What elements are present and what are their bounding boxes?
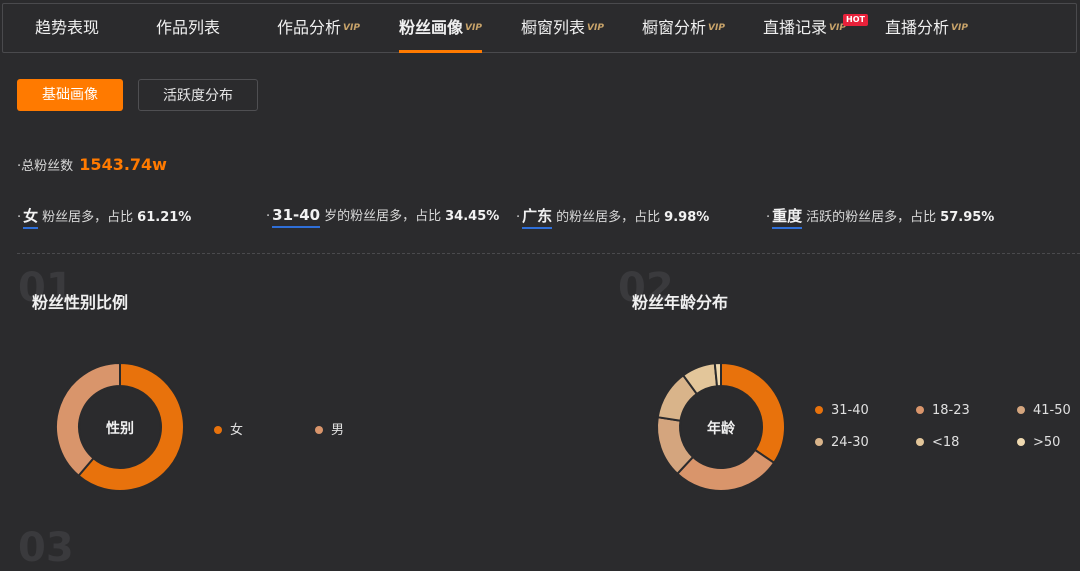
stat-key: 广东 <box>522 207 553 225</box>
stat-text: 岁的粉丝居多，占比 <box>324 209 442 224</box>
section-divider <box>17 253 1080 254</box>
legend-item[interactable]: 41-50 <box>1017 403 1071 418</box>
hot-badge: HOT <box>843 14 868 26</box>
tab-showcase-list[interactable]: 橱窗列表 VIP <box>521 4 604 52</box>
stat-region: · 广东 的粉丝居多，占比 9.98% <box>516 205 709 226</box>
bullet: · <box>766 210 771 225</box>
tab-label: 粉丝画像 <box>399 18 464 37</box>
stat-text: 活跃的粉丝居多，占比 <box>806 210 937 225</box>
legend-item[interactable]: 31-40 <box>815 403 869 418</box>
tab-label: 趋势表现 <box>35 18 100 37</box>
legend-label: 男 <box>331 423 345 438</box>
tab-trend[interactable]: 趋势表现 <box>35 4 99 52</box>
tab-works-list[interactable]: 作品列表 <box>156 4 220 52</box>
total-fans: ·总粉丝数 1543.74w <box>17 155 167 174</box>
stat-age: · 31-40 岁的粉丝居多，占比 34.45% <box>266 205 499 224</box>
stat-key: 31-40 <box>272 206 321 224</box>
legend-dot <box>1017 405 1025 414</box>
legend-dot <box>916 405 924 414</box>
legend-item[interactable]: 24-30 <box>815 435 869 450</box>
section-number: 03 <box>18 525 74 571</box>
age-section-title: 粉丝年龄分布 <box>632 293 729 312</box>
legend-item[interactable]: 女 <box>214 419 243 438</box>
vip-icon: VIP <box>465 23 482 33</box>
total-fans-value: 1543.74w <box>79 155 167 174</box>
active-tab-underline <box>399 50 482 53</box>
tab-label: 作品列表 <box>156 18 221 37</box>
stat-activity: · 重度 活跃的粉丝居多，占比 57.95% <box>766 205 994 226</box>
legend-item[interactable]: 男 <box>315 419 344 438</box>
legend-item[interactable]: 18-23 <box>916 403 970 418</box>
stat-pct: 57.95% <box>940 210 995 225</box>
legend-label: <18 <box>932 435 960 450</box>
stat-text: 粉丝居多，占比 <box>42 210 134 225</box>
bullet: · <box>266 209 271 224</box>
legend-label: >50 <box>1033 435 1061 450</box>
legend-label: 女 <box>230 423 244 438</box>
stat-pct: 9.98% <box>664 210 710 225</box>
legend-dot <box>815 405 823 414</box>
tab-label: 直播分析 <box>885 18 950 37</box>
legend-label: 24-30 <box>831 435 869 450</box>
legend-dot <box>916 437 924 446</box>
vip-icon: VIP <box>343 23 360 33</box>
vip-icon: VIP <box>708 23 725 33</box>
legend-label: 41-50 <box>1033 403 1071 418</box>
top-tab-bar: 趋势表现 作品列表 作品分析 VIP 粉丝画像 VIP 橱窗列表 VIP 橱窗分析 VI… <box>2 3 1077 53</box>
stat-text: 的粉丝居多，占比 <box>556 210 661 225</box>
tab-fan-profile[interactable]: 粉丝画像 VIP <box>399 4 482 53</box>
tab-works-analysis[interactable]: 作品分析 VIP <box>277 4 360 52</box>
tab-live-analysis[interactable]: 直播分析 VIP <box>885 4 968 52</box>
legend-label: 31-40 <box>831 403 869 418</box>
stat-pct: 34.45% <box>445 209 500 224</box>
activity-distribution-button[interactable]: 活跃度分布 <box>138 79 258 111</box>
stat-pct: 61.21% <box>137 210 192 225</box>
legend-dot <box>815 437 823 446</box>
stat-key: 女 <box>23 207 39 225</box>
legend-dot <box>1017 437 1025 446</box>
legend-dot <box>214 425 222 434</box>
basic-profile-button[interactable]: 基础画像 <box>17 79 123 111</box>
tab-label: 直播记录 <box>763 18 828 37</box>
stat-key: 重度 <box>772 207 803 225</box>
bullet: · <box>516 210 521 225</box>
legend-label: 18-23 <box>932 403 970 418</box>
legend-item[interactable]: >50 <box>1017 435 1060 450</box>
age-center-label: 年龄 <box>707 421 735 437</box>
tab-live-records[interactable]: 直播记录 VIP <box>763 4 846 52</box>
total-fans-label: 总粉丝数 <box>21 159 74 174</box>
donut-slice->50[interactable] <box>713 361 722 388</box>
vip-icon: VIP <box>951 23 968 33</box>
legend-dot <box>315 425 323 434</box>
tab-label: 橱窗分析 <box>642 18 707 37</box>
tab-showcase-analysis[interactable]: 橱窗分析 VIP <box>642 4 725 52</box>
tab-label: 橱窗列表 <box>521 18 586 37</box>
stat-gender: · 女粉丝居多，占比 61.21% <box>17 205 191 226</box>
legend-item[interactable]: <18 <box>916 435 959 450</box>
tab-label: 作品分析 <box>277 18 342 37</box>
gender-section-title: 粉丝性别比例 <box>32 293 129 312</box>
bullet: · <box>17 210 22 225</box>
vip-icon: VIP <box>587 23 604 33</box>
gender-center-label: 性别 <box>106 421 134 437</box>
